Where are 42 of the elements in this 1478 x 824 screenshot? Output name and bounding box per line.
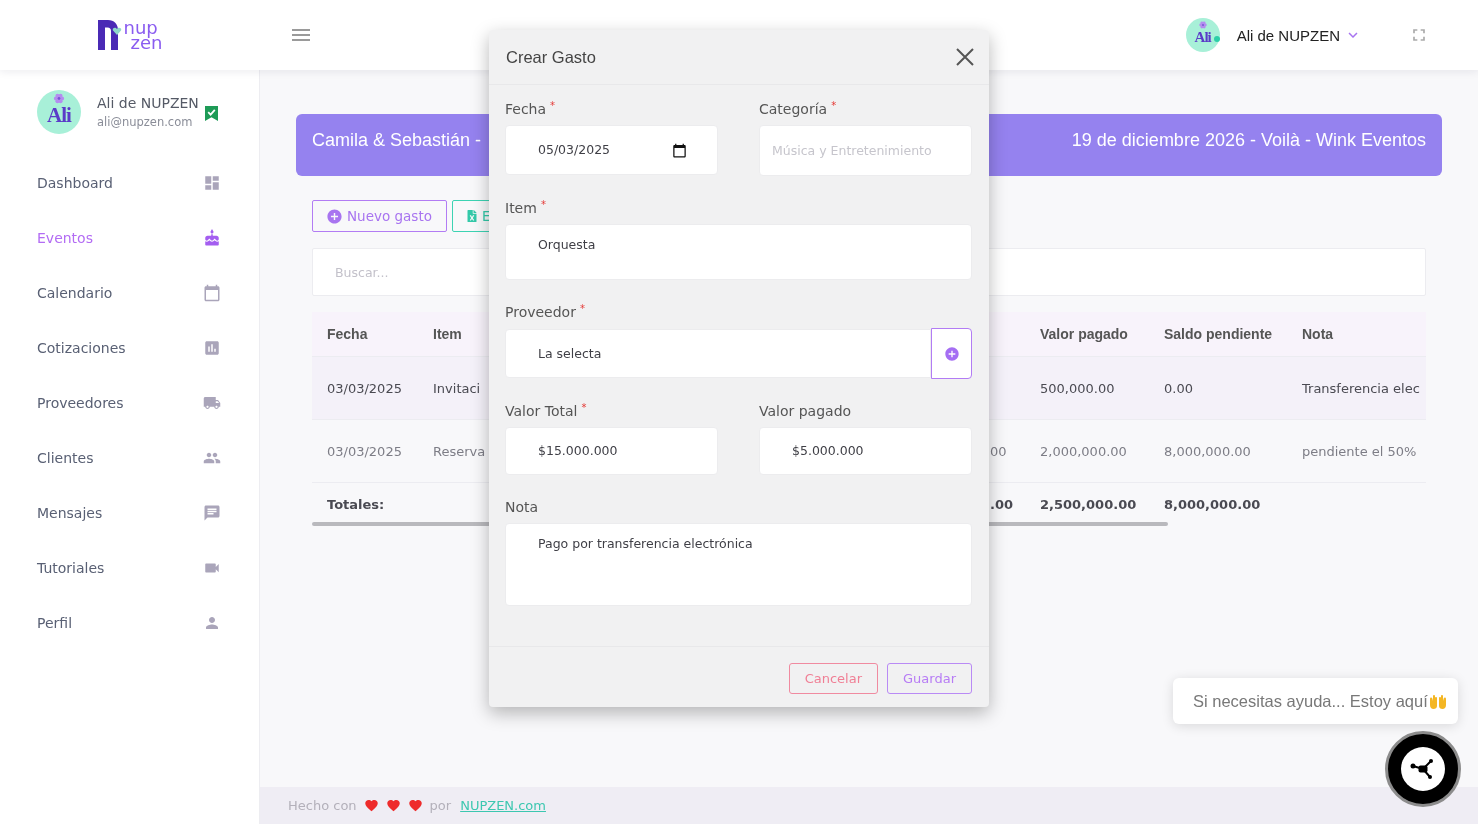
- required-asterisk: *: [550, 101, 556, 111]
- footer-text: por: [429, 798, 452, 813]
- table-cell: 8,000,000.00: [1164, 496, 1261, 512]
- column-header: Valor pagado: [1040, 326, 1128, 342]
- field-label: Nota: [505, 499, 539, 515]
- modal-title: Crear Gasto: [506, 47, 596, 67]
- table-cell: 00: [990, 443, 1007, 459]
- column-header: Fecha: [327, 326, 368, 342]
- field-label: Proveedor: [505, 304, 576, 320]
- profile-name: Ali de NUPZEN: [97, 94, 199, 112]
- table-cell: .00: [990, 496, 1014, 512]
- footer-text: Hecho con: [288, 798, 357, 813]
- required-asterisk: *: [540, 200, 546, 210]
- table-cell: Reserva: [433, 443, 486, 459]
- table-cell: 03/03/2025: [327, 443, 402, 459]
- profile-email: ali@nupzen.com: [97, 114, 194, 130]
- avatar-text: Ali: [47, 105, 71, 126]
- required-asterisk: *: [831, 101, 837, 111]
- table-cell: 03/03/2025: [327, 380, 402, 396]
- column-header: Saldo pendiente: [1164, 326, 1273, 342]
- table-cell: 8,000,000.00: [1164, 443, 1251, 459]
- column-header: Item: [433, 326, 462, 342]
- table-cell: 500,000.00: [1040, 380, 1115, 396]
- event-title: Camila & Sebastián -: [312, 129, 482, 151]
- column-header: Nota: [1302, 326, 1334, 342]
- field-label: Categoría: [759, 101, 828, 117]
- table-cell: 2,500,000.00: [1040, 496, 1137, 512]
- table-cell: Transferencia elec: [1302, 380, 1420, 396]
- field-label: Fecha: [505, 101, 547, 117]
- avatar-text: Ali: [1194, 30, 1211, 45]
- chat-message: Si necesitas ayuda... Estoy aquí: [1193, 691, 1428, 711]
- table-cell: Invitaci: [433, 380, 481, 396]
- table-cell: pendiente el 50%: [1302, 443, 1417, 459]
- required-asterisk: *: [581, 403, 587, 413]
- table-cell: 2,000,000.00: [1040, 443, 1127, 459]
- table-cell: 0.00: [1164, 380, 1193, 396]
- field-label: Valor Total: [505, 403, 578, 419]
- field-label: Valor pagado: [759, 403, 852, 419]
- event-details: 19 de diciembre 2026 - Voilà - Wink Eventos: [1071, 129, 1426, 151]
- field-label: Item: [505, 200, 537, 216]
- required-asterisk: *: [579, 304, 585, 314]
- table-cell: Totales:: [327, 496, 385, 512]
